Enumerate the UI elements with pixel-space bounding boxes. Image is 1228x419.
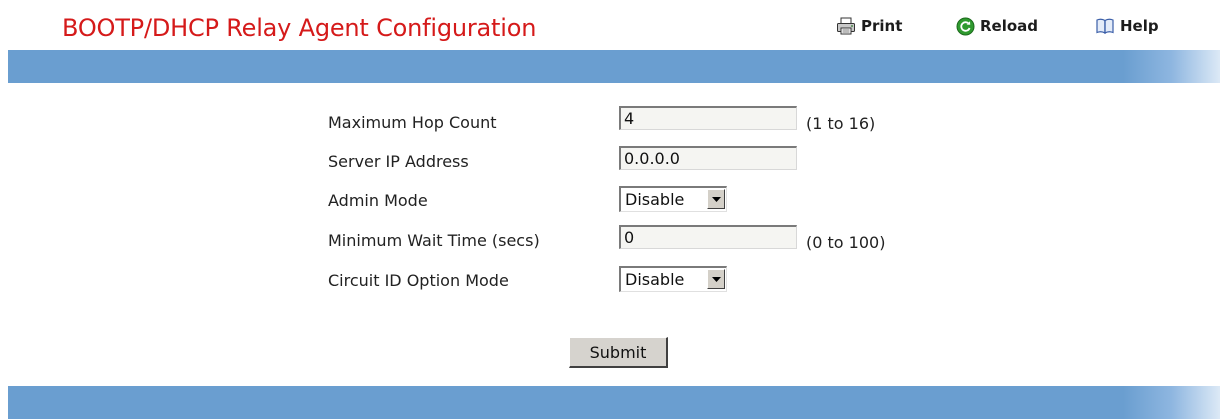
min-wait-time-input[interactable] xyxy=(619,225,797,249)
chevron-down-icon[interactable] xyxy=(707,189,725,209)
printer-icon xyxy=(836,17,856,35)
circuit-id-mode-label: Circuit ID Option Mode xyxy=(328,271,509,290)
admin-mode-value: Disable xyxy=(625,190,685,209)
help-label: Help xyxy=(1120,17,1159,35)
print-label: Print xyxy=(861,17,903,35)
max-hop-count-range: (1 to 16) xyxy=(806,114,876,133)
reload-icon xyxy=(956,17,975,36)
admin-mode-label: Admin Mode xyxy=(328,191,428,210)
admin-mode-select[interactable]: Disable xyxy=(619,186,727,212)
reload-label: Reload xyxy=(980,17,1039,35)
max-hop-count-input[interactable] xyxy=(619,106,797,130)
submit-button[interactable]: Submit xyxy=(569,337,668,368)
print-button[interactable]: Print xyxy=(836,14,902,38)
help-book-icon xyxy=(1095,17,1115,35)
circuit-id-mode-value: Disable xyxy=(625,270,685,289)
reload-button[interactable]: Reload xyxy=(956,14,1038,38)
min-wait-time-range: (0 to 100) xyxy=(806,233,886,252)
help-button[interactable]: Help xyxy=(1095,14,1159,38)
server-ip-label: Server IP Address xyxy=(328,152,469,171)
max-hop-count-label: Maximum Hop Count xyxy=(328,113,497,132)
chevron-down-icon[interactable] xyxy=(707,269,725,289)
page-title: BOOTP/DHCP Relay Agent Configuration xyxy=(62,14,537,42)
header-divider-bar xyxy=(8,50,1220,83)
circuit-id-mode-select[interactable]: Disable xyxy=(619,266,727,292)
footer-divider-bar xyxy=(8,386,1220,419)
header: BOOTP/DHCP Relay Agent Configuration Pri… xyxy=(8,0,1220,50)
min-wait-time-label: Minimum Wait Time (secs) xyxy=(328,231,540,250)
server-ip-input[interactable] xyxy=(619,146,797,170)
page: BOOTP/DHCP Relay Agent Configuration Pri… xyxy=(8,0,1220,419)
